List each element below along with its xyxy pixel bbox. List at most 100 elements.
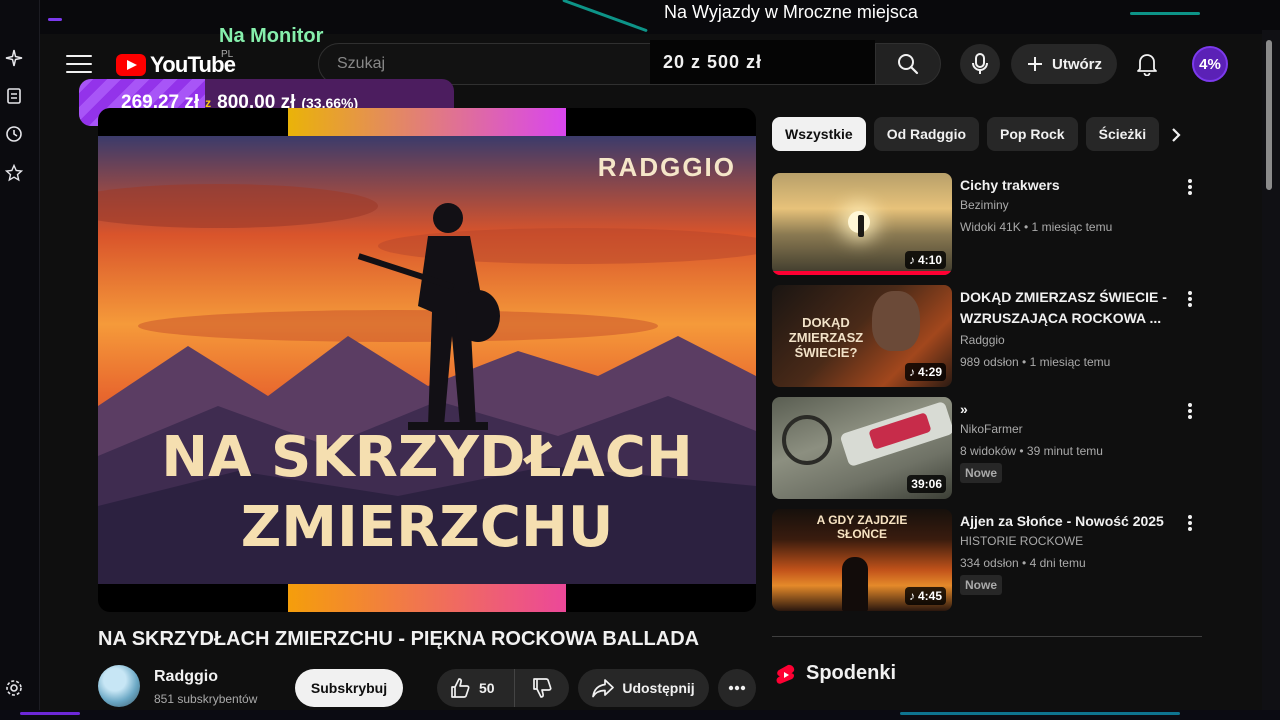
recommendation-thumbnail[interactable]: 39:06 xyxy=(772,397,952,499)
menu-bar xyxy=(66,55,92,57)
star-icon[interactable] xyxy=(4,163,24,183)
duration-badge: ♪ 4:45 xyxy=(904,587,946,605)
document-icon[interactable] xyxy=(4,86,24,106)
page-scrollbar[interactable] xyxy=(1266,40,1272,190)
thumbnail-text: A GDY ZAJDZIE SŁOŃCE xyxy=(816,513,908,541)
shorts-section-title: Spodenki xyxy=(806,662,897,684)
chip-from-channel[interactable]: Od Radggio xyxy=(873,117,980,151)
music-note-icon: ♪ xyxy=(908,253,915,267)
like-count: 50 xyxy=(479,680,495,696)
region-code: PL xyxy=(221,49,234,60)
recommendation-thumbnail[interactable]: DOKĄD ZMIERZASZ ŚWIECIE? ♪ 4:29 xyxy=(772,285,952,387)
video-player[interactable]: RADGGIO NA SKRZYDŁACH ZMIERZCHU xyxy=(98,108,756,612)
thumbnail-brand: RADGGIO xyxy=(598,152,736,182)
more-horizontal-icon xyxy=(728,685,746,691)
account-avatar[interactable]: 4% xyxy=(1192,46,1228,82)
create-button[interactable]: Utwórz xyxy=(1011,44,1117,84)
duration-badge: ♪ 4:29 xyxy=(904,363,946,381)
goal-amount: 20 z 500 zł xyxy=(650,40,875,84)
monitor-label: Na Monitor xyxy=(219,25,324,47)
search-button[interactable] xyxy=(875,43,941,85)
chip-pop-rock[interactable]: Pop Rock xyxy=(987,117,1078,151)
duration-text: 4:10 xyxy=(917,253,942,267)
recommendation-title[interactable]: Cichy trakwers xyxy=(960,175,1172,196)
recommendation-item[interactable]: ♪ 4:10 Cichy trakwers Beziminy Widoki 41K… xyxy=(772,173,1202,275)
channel-avatar[interactable] xyxy=(98,665,140,707)
chip-soundtracks[interactable]: Ścieżki xyxy=(1085,117,1160,151)
music-note-icon: ♪ xyxy=(908,589,915,603)
neon-decoration xyxy=(48,18,62,21)
recommendation-title[interactable]: DOKĄD ZMIERZASZ ŚWIECIE - WZRUSZAJĄCA RO… xyxy=(960,287,1172,329)
kebab-dot xyxy=(1188,403,1192,407)
recommendation-item[interactable]: A GDY ZAJDZIE SŁOŃCE ♪ 4:45 Ajjen za Słoń… xyxy=(772,509,1202,611)
recommendation-channel[interactable]: Radggio xyxy=(960,333,1005,347)
duration-badge: 39:06 xyxy=(907,475,946,493)
share-label: Udostępnij xyxy=(622,680,695,696)
recommendation-title[interactable]: » xyxy=(960,399,1172,420)
chips-next-button[interactable] xyxy=(1160,118,1192,152)
section-divider xyxy=(772,636,1202,637)
subscribe-button[interactable]: Subskrybuj xyxy=(295,669,403,707)
menu-bar xyxy=(66,71,92,73)
thumbnail-text: DOKĄD ZMIERZASZ ŚWIECIE? xyxy=(788,315,864,360)
new-badge: Nowe xyxy=(960,575,1003,595)
recommendation-thumbnail[interactable]: ♪ 4:10 xyxy=(772,173,952,275)
duration-text: 39:06 xyxy=(911,477,942,491)
menu-button[interactable] xyxy=(66,52,92,76)
duration-badge: ♪ 4:10 xyxy=(904,251,946,269)
recommendation-channel[interactable]: HISTORIE ROCKOWE xyxy=(960,534,1083,548)
kebab-dot xyxy=(1188,521,1192,525)
clock-icon[interactable] xyxy=(4,124,24,144)
more-actions-button[interactable] xyxy=(718,669,756,707)
kebab-dot xyxy=(1188,303,1192,307)
sparkle-icon[interactable] xyxy=(4,48,24,68)
neon-decoration xyxy=(1130,12,1200,15)
bell-icon xyxy=(1137,54,1157,76)
plus-icon xyxy=(1028,57,1042,71)
thumbnail-title-line2: ZMIERZCHU xyxy=(241,495,614,560)
youtube-logo[interactable]: YouTube xyxy=(116,52,236,78)
kebab-dot xyxy=(1188,297,1192,301)
figure-silhouette xyxy=(858,215,864,237)
like-button[interactable]: 50 xyxy=(437,669,515,707)
duration-text: 4:29 xyxy=(917,365,942,379)
chevron-right-icon xyxy=(1172,128,1181,142)
kebab-dot xyxy=(1188,515,1192,519)
overlay-left-bar xyxy=(0,0,40,720)
notifications-button[interactable] xyxy=(1132,48,1162,80)
more-options-button[interactable] xyxy=(1182,289,1198,309)
youtube-play-icon xyxy=(116,54,146,76)
thumbnail-title-line1: NA SKRZYDŁACH xyxy=(161,425,692,490)
figure-silhouette xyxy=(842,557,868,611)
like-dislike-group: 50 xyxy=(437,669,569,707)
recommendation-channel[interactable]: NikoFarmer xyxy=(960,422,1023,436)
share-button[interactable]: Udostępnij xyxy=(578,669,709,707)
video-top-strip xyxy=(288,108,566,136)
new-badge: Nowe xyxy=(960,463,1003,483)
thumbs-down-icon xyxy=(533,678,552,698)
dislike-button[interactable] xyxy=(515,669,569,707)
recommendation-item[interactable]: 39:06 » NikoFarmer 8 widoków • 39 minut … xyxy=(772,397,1202,499)
share-icon xyxy=(592,679,615,698)
more-options-button[interactable] xyxy=(1182,177,1198,197)
recommendation-meta: Widoki 41K • 1 miesiąc temu xyxy=(960,220,1113,234)
channel-name[interactable]: Radggio xyxy=(154,668,218,686)
kebab-dot xyxy=(1188,185,1192,189)
settings-icon[interactable] xyxy=(4,678,24,698)
recommendation-thumbnail[interactable]: A GDY ZAJDZIE SŁOŃCE ♪ 4:45 xyxy=(772,509,952,611)
neon-decoration xyxy=(900,712,1180,715)
music-note-icon: ♪ xyxy=(908,365,915,379)
create-label: Utwórz xyxy=(1052,55,1102,73)
voice-search-button[interactable] xyxy=(960,44,1000,84)
more-options-button[interactable] xyxy=(1182,513,1198,533)
recommendation-channel[interactable]: Beziminy xyxy=(960,198,1009,212)
video-bottom-strip xyxy=(288,584,566,612)
kebab-dot xyxy=(1188,527,1192,531)
chip-all[interactable]: Wszystkie xyxy=(772,117,866,151)
more-options-button[interactable] xyxy=(1182,401,1198,421)
recommendation-title[interactable]: Ajjen za Słońce - Nowość 2025 xyxy=(960,511,1172,532)
goal-title: Na Wyjazdy w Mroczne miejsca xyxy=(664,2,918,22)
search-placeholder: Szukaj xyxy=(337,55,386,72)
recommendation-item[interactable]: DOKĄD ZMIERZASZ ŚWIECIE? ♪ 4:29 DOKĄD ZMI… xyxy=(772,285,1202,387)
kebab-dot xyxy=(1188,415,1192,419)
